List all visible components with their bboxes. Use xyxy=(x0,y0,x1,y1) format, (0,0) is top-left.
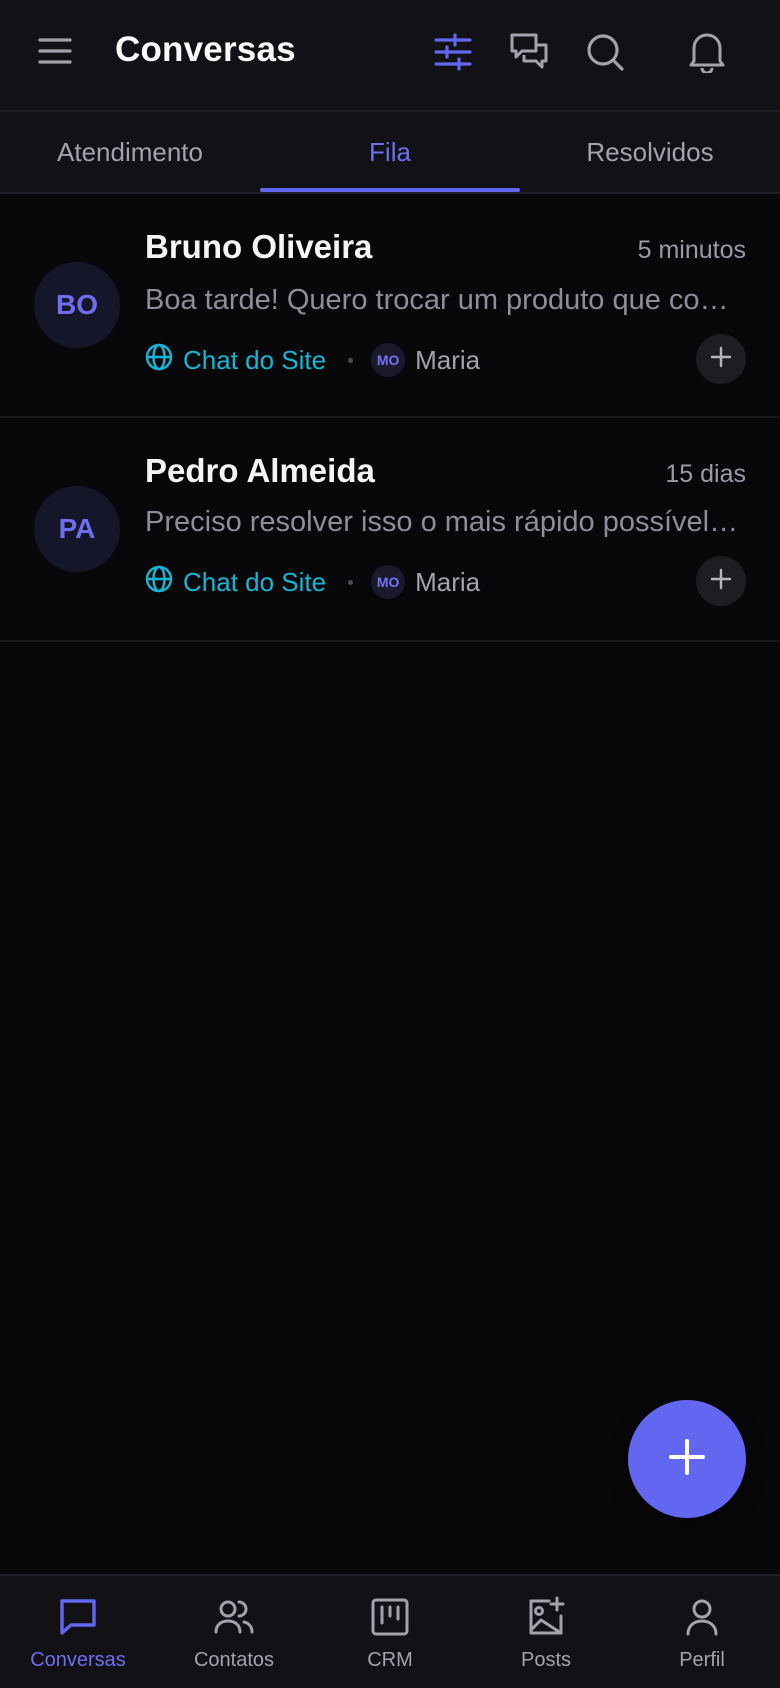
conversation-meta: Chat do Site MO Maria xyxy=(145,562,480,602)
notifications-button[interactable] xyxy=(683,30,731,78)
add-button[interactable] xyxy=(696,556,746,606)
nav-label: CRM xyxy=(367,1649,413,1671)
plus-icon xyxy=(709,345,733,374)
search-button[interactable] xyxy=(581,30,629,78)
chat-bubble-icon xyxy=(57,1596,99,1643)
conversation-meta: Chat do Site MO Maria xyxy=(145,340,480,380)
user-icon xyxy=(681,1596,723,1643)
search-icon xyxy=(585,32,625,77)
avatar: PA xyxy=(34,486,120,572)
conversation-item[interactable]: PA Pedro Almeida 15 dias Preciso resolve… xyxy=(0,418,780,642)
new-conversation-fab[interactable] xyxy=(628,1400,746,1518)
nav-conversas[interactable]: Conversas xyxy=(0,1576,156,1688)
agent-name: Maria xyxy=(415,344,481,375)
tab-atendimento[interactable]: Atendimento xyxy=(0,112,260,192)
globe-icon xyxy=(145,565,183,600)
add-button[interactable] xyxy=(696,334,746,384)
bell-icon xyxy=(688,31,726,78)
contact-name: Pedro Almeida xyxy=(145,452,375,489)
app-root: Conversas Atendimento Fila Resolvidos BO… xyxy=(0,0,780,1688)
nav-crm[interactable]: CRM xyxy=(312,1576,468,1688)
menu-icon xyxy=(37,36,73,71)
tab-resolvidos[interactable]: Resolvidos xyxy=(520,112,780,192)
agent-avatar: MO xyxy=(371,565,406,599)
kanban-icon xyxy=(369,1596,411,1643)
channel-name: Chat do Site xyxy=(183,566,327,597)
users-icon xyxy=(213,1596,255,1643)
menu-button[interactable] xyxy=(32,30,78,76)
nav-perfil[interactable]: Perfil xyxy=(624,1576,780,1688)
last-message: Preciso resolver isso o mais rápido poss… xyxy=(145,506,745,538)
plus-icon xyxy=(667,1437,707,1482)
tab-fila[interactable]: Fila xyxy=(260,112,520,192)
agent-name: Maria xyxy=(415,566,481,597)
nav-label: Contatos xyxy=(193,1649,275,1671)
avatar: BO xyxy=(34,262,120,348)
channel-label: Chat do Site xyxy=(145,343,326,378)
agent-avatar: MO xyxy=(371,343,406,377)
separator-dot xyxy=(348,357,354,363)
filter-button[interactable] xyxy=(429,30,477,78)
conversation-item[interactable]: BO Bruno Oliveira 5 minutos Boa tarde! Q… xyxy=(0,194,780,418)
conversation-time: 15 dias xyxy=(665,460,746,488)
image-plus-icon xyxy=(525,1596,567,1643)
last-message: Boa tarde! Quero trocar um produto que c… xyxy=(145,284,745,316)
filter-sliders-icon xyxy=(433,32,473,77)
channel-name: Chat do Site xyxy=(183,344,327,375)
nav-posts[interactable]: Posts xyxy=(468,1576,624,1688)
contact-name: Bruno Oliveira xyxy=(145,228,373,265)
separator-dot xyxy=(348,579,354,585)
conversation-time: 5 minutos xyxy=(637,236,746,264)
channel-label: Chat do Site xyxy=(145,565,326,600)
nav-contatos[interactable]: Contatos xyxy=(156,1576,312,1688)
nav-label: Conversas xyxy=(30,1649,126,1671)
conversations-button[interactable] xyxy=(505,30,553,78)
chats-icon xyxy=(508,31,550,78)
globe-icon xyxy=(145,343,183,378)
nav-label: Perfil xyxy=(679,1649,725,1671)
top-bar: Conversas xyxy=(0,0,780,112)
nav-label: Posts xyxy=(520,1649,572,1671)
plus-icon xyxy=(709,567,733,596)
page-title: Conversas xyxy=(115,30,296,69)
tab-bar: Atendimento Fila Resolvidos xyxy=(0,112,780,194)
bottom-navigation: Conversas Contatos CRM Posts Perfil xyxy=(0,1574,780,1688)
